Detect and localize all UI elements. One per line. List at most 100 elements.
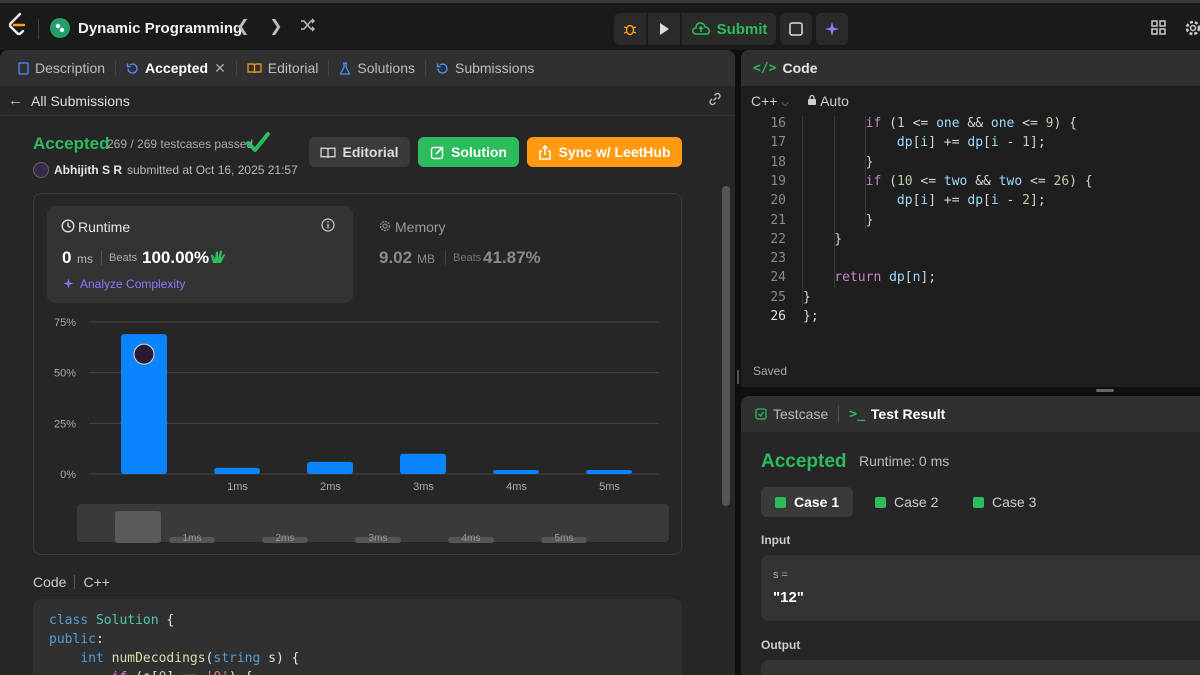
input-box[interactable]: s = "12"	[761, 555, 1200, 621]
y-tick-label: 50%	[54, 368, 76, 380]
run-toolbar: Submit	[614, 13, 776, 45]
editor-title: Code	[782, 60, 818, 76]
shuffle-icon[interactable]	[298, 17, 318, 37]
performance-card: Runtime 0 ms Beats 100.00% Analyze Compl…	[33, 193, 682, 555]
bug-icon	[623, 24, 637, 36]
checkmark-icon	[246, 132, 270, 152]
case-3-tab[interactable]: Case 3	[959, 487, 1050, 517]
tab-editorial[interactable]: Editorial	[237, 60, 330, 76]
divider	[838, 406, 840, 422]
code-section-label: Code C++	[33, 574, 110, 590]
chart-bar	[586, 469, 632, 474]
x-tick-label: 5ms	[599, 481, 620, 493]
line-number: 16	[770, 116, 786, 131]
x-tick-label: 3ms	[413, 481, 434, 493]
chart-bar	[400, 453, 446, 474]
terminal-icon: >_	[849, 406, 865, 422]
avatar-marker	[133, 343, 155, 365]
code-line: dp[i] += dp[i - 2];	[896, 193, 1046, 209]
run-button[interactable]	[648, 13, 680, 45]
code-line: return dp[n];	[834, 270, 937, 286]
document-icon	[18, 61, 29, 75]
cloud-upload-icon	[691, 22, 710, 35]
avatar[interactable]	[33, 162, 49, 178]
notes-button[interactable]	[780, 13, 812, 45]
clock-icon	[61, 219, 75, 233]
all-submissions-link[interactable]: All Submissions	[31, 93, 130, 109]
tab-solutions[interactable]: Solutions	[329, 60, 426, 76]
runtime-card[interactable]: Runtime 0 ms Beats 100.00% Analyze Compl…	[47, 206, 353, 303]
info-icon[interactable]	[321, 218, 335, 232]
save-status: Saved	[753, 364, 788, 378]
problem-list-link[interactable]: Dynamic Programming	[50, 15, 242, 41]
auto-mode[interactable]: Auto	[807, 93, 849, 109]
check-icon	[775, 496, 786, 508]
runtime-beats-value: 100.00%	[142, 248, 210, 267]
chart-bar	[214, 467, 260, 474]
tab-testcase[interactable]: Testcase	[755, 406, 828, 422]
editor-header: </> Code	[741, 50, 1200, 86]
submitted-code: class Solution { public: int numDecoding…	[33, 599, 682, 675]
tab-submissions[interactable]: Submissions	[426, 60, 544, 76]
output-label: Output	[761, 638, 801, 652]
vertical-resize-handle[interactable]	[737, 370, 739, 384]
x-tick-label: 2ms	[320, 481, 341, 493]
book-icon	[247, 63, 262, 74]
case-1-tab[interactable]: Case 1	[761, 487, 854, 517]
back-arrow-icon[interactable]: ←	[8, 92, 23, 109]
analyze-complexity-link[interactable]: Analyze Complexity	[80, 277, 185, 291]
prev-problem-icon[interactable]: ❮	[233, 17, 253, 37]
submission-detail: Accepted 269 / 269 testcases passed Abhi…	[0, 116, 720, 675]
check-icon	[875, 496, 886, 508]
next-problem-icon[interactable]: ❯	[266, 17, 286, 37]
note-icon	[789, 22, 803, 36]
y-tick-label: 25%	[54, 418, 76, 430]
memory-card[interactable]: Memory 9.02 MB Beats 41.87%	[367, 206, 667, 303]
code-line: dp[i] += dp[i - 1];	[896, 135, 1046, 151]
submission-panel: Description Accepted ✕ Editorial Solutio…	[0, 50, 735, 675]
edit-icon	[430, 145, 444, 159]
submission-status: Accepted	[33, 134, 110, 153]
sparkle-icon	[825, 22, 839, 36]
test-panel: Testcase >_ Test Result Accepted Runtime…	[741, 396, 1200, 675]
panel-resize-handle[interactable]	[1096, 389, 1114, 392]
debug-button[interactable]	[614, 13, 646, 45]
case-2-tab[interactable]: Case 2	[861, 487, 952, 517]
editor-scrollbar[interactable]	[1192, 122, 1200, 312]
left-panel-scrollbar[interactable]	[722, 186, 730, 506]
leetcode-logo-icon[interactable]	[6, 12, 28, 38]
history-icon	[436, 62, 448, 74]
left-tab-bar: Description Accepted ✕ Editorial Solutio…	[0, 50, 735, 86]
editor-toolbar: C++ ⌵ Auto	[741, 86, 1200, 116]
study-plan-icon	[50, 18, 70, 38]
code-line: if (10 <= two && two <= 26) {	[865, 173, 1093, 189]
copy-link-icon[interactable]	[707, 91, 723, 110]
output-box[interactable]	[761, 660, 1200, 675]
code-line: if (1 <= one && one <= 9) {	[865, 116, 1077, 131]
sparkle-icon	[63, 278, 74, 289]
tab-accepted[interactable]: Accepted ✕	[116, 60, 237, 76]
tab-description[interactable]: Description	[8, 60, 117, 76]
close-tab-icon[interactable]: ✕	[214, 60, 226, 77]
submit-button[interactable]: Submit	[682, 13, 776, 45]
sync-leethub-button[interactable]: Sync w/ LeetHub	[527, 137, 682, 167]
checkbox-icon	[755, 408, 767, 420]
runtime-value: 0	[62, 248, 72, 267]
y-tick-label: 0%	[60, 469, 76, 481]
code-editor[interactable]: 16 if (1 <= one && one <= 9) {17 dp[i] +…	[741, 116, 1200, 336]
ai-assistant-button[interactable]	[816, 13, 848, 45]
book-icon	[320, 147, 337, 158]
divider	[445, 251, 446, 265]
divider	[38, 19, 39, 39]
language-select[interactable]: C++ ⌵	[751, 93, 789, 109]
layout-grid-icon[interactable]	[1150, 19, 1168, 42]
editorial-button[interactable]: Editorial	[309, 137, 410, 167]
tab-test-result[interactable]: >_ Test Result	[849, 406, 945, 422]
memory-title: Memory	[395, 219, 446, 235]
y-tick-label: 75%	[54, 317, 76, 329]
solution-button[interactable]: Solution	[418, 137, 519, 167]
settings-gear-icon[interactable]	[1184, 19, 1200, 42]
submitted-time: submitted at Oct 16, 2025 21:57	[127, 163, 298, 177]
submitter-name[interactable]: Abhijith S R	[54, 163, 122, 177]
line-number: 22	[770, 231, 786, 247]
